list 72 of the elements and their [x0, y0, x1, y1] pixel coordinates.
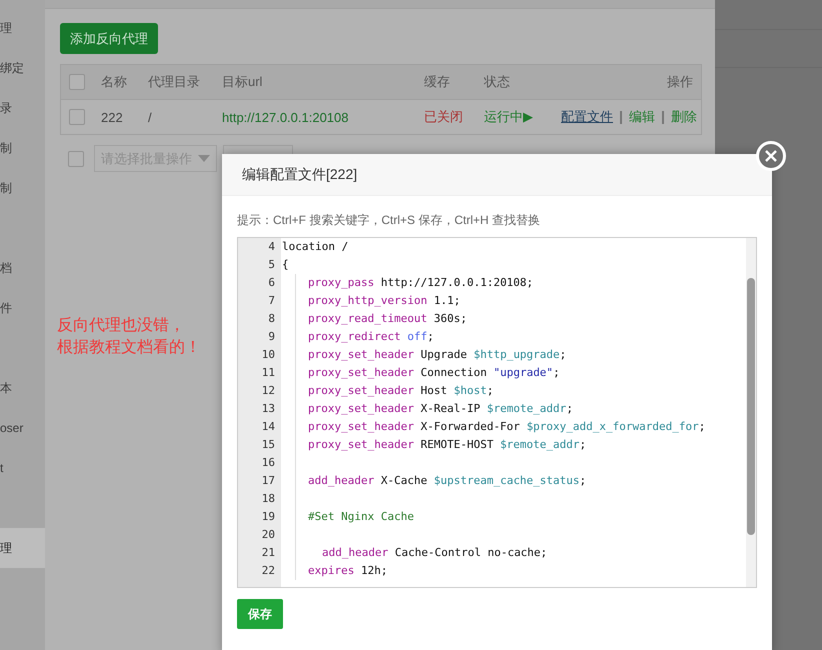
code-line: location /	[282, 240, 348, 253]
sidebar-item[interactable]: 本	[0, 368, 45, 408]
sidebar-item[interactable]: t	[0, 448, 45, 488]
sidebar-item[interactable]: oser	[0, 408, 45, 448]
code-line: {	[282, 258, 289, 271]
code-line: proxy_pass http://127.0.0.1:20108;	[308, 276, 534, 289]
sidebar-item[interactable]: 制	[0, 168, 45, 208]
code-line: proxy_set_header Upgrade $http_upgrade;	[308, 348, 566, 361]
line-number: 7	[267, 293, 276, 309]
code-line: proxy_set_header X-Forwarded-For $proxy_add_x_forwarded_for;	[308, 420, 706, 433]
run-status[interactable]: 运行中▶	[484, 108, 561, 126]
line-number: 8	[267, 311, 276, 327]
column-header: 名称	[101, 73, 128, 91]
line-number: 9	[267, 329, 276, 345]
code-line: proxy_set_header X-Real-IP $remote_addr;	[308, 402, 573, 415]
line-number: 4	[267, 239, 276, 255]
column-header: 缓存	[424, 73, 451, 91]
sidebar-item[interactable]: 档	[0, 248, 45, 288]
annotation-text: 反向代理也没错，	[57, 316, 185, 336]
caret-icon	[198, 155, 210, 162]
code-line: proxy_set_header Connection "upgrade";	[308, 366, 560, 379]
line-number: 21	[260, 545, 276, 561]
table-cell-text: 222	[101, 110, 124, 124]
table-cell-text: /	[148, 110, 153, 124]
line-number: 15	[260, 437, 276, 453]
code-line: proxy_set_header Host $host;	[308, 384, 494, 397]
line-number: 12	[260, 383, 276, 399]
cache-status: 已关闭	[424, 108, 464, 126]
line-number: 5	[267, 257, 276, 273]
sidebar-item[interactable]: 理	[0, 528, 45, 568]
column-header: 目标url	[222, 73, 264, 91]
column-header: 代理目录	[148, 73, 201, 91]
line-number: 19	[260, 509, 276, 525]
url-link[interactable]: http://127.0.0.1:20108	[222, 110, 424, 124]
hint-text: 提示：Ctrl+F 搜索关键字，Ctrl+S 保存，Ctrl+H 查找替换	[237, 212, 542, 229]
sidebar-item[interactable]: 绑定	[0, 48, 45, 88]
dialog-title: 编辑配置文件[222]	[242, 166, 358, 184]
code-line: add_header Cache-Control no-cache;	[322, 546, 548, 559]
line-number: 17	[260, 473, 276, 489]
column-header: 操作	[666, 73, 694, 91]
code-line: expires 12h;	[308, 564, 388, 577]
code-line: proxy_set_header REMOTE-HOST $remote_addr;	[308, 438, 586, 451]
code-line: #Set Nginx Cache	[308, 510, 414, 523]
sidebar-item[interactable]: 制	[0, 128, 45, 168]
code-line: proxy_redirect off;	[308, 330, 434, 343]
annotation-text: 根据教程文档看的！	[57, 338, 201, 358]
scrollbar[interactable]	[746, 238, 756, 587]
line-number: 6	[267, 275, 276, 291]
line-number: 16	[260, 455, 276, 471]
config-file-link[interactable]: 配置文件	[561, 108, 613, 126]
sidebar-item[interactable]: 理	[0, 8, 45, 48]
sidebar-item[interactable]: 录	[0, 88, 45, 128]
code-line: add_header X-Cache $upstream_cache_status;	[308, 474, 586, 487]
line-number: 18	[260, 491, 276, 507]
code-line: proxy_read_timeout 360s;	[308, 312, 467, 325]
line-number: 20	[260, 527, 276, 543]
line-number: 14	[260, 419, 276, 435]
column-header: 状态	[484, 73, 511, 91]
save-button[interactable]: 保存	[237, 599, 283, 629]
line-number: 13	[260, 401, 276, 417]
code-line: proxy_http_version 1.1;	[308, 294, 460, 307]
checkbox[interactable]	[69, 74, 85, 90]
line-number: 11	[260, 365, 276, 381]
line-number: 10	[260, 347, 276, 363]
checkbox[interactable]	[69, 109, 85, 125]
action-link[interactable]: 删除	[671, 108, 697, 126]
action-link[interactable]: 编辑	[629, 108, 655, 126]
sidebar-item[interactable]: 件	[0, 288, 45, 328]
add-proxy-button[interactable]: 添加反向代理	[60, 23, 158, 54]
checkbox[interactable]	[68, 150, 84, 166]
code-editor[interactable]	[237, 237, 757, 588]
line-number: 22	[260, 563, 276, 579]
